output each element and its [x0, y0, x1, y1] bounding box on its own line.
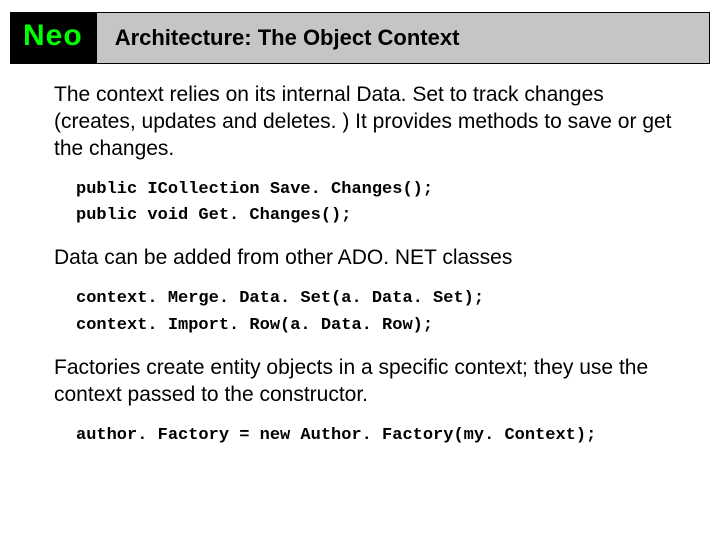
code-line: author. Factory = new Author. Factory(my… [76, 423, 680, 449]
code-line: context. Import. Row(a. Data. Row); [76, 313, 680, 339]
code-line: public ICollection Save. Changes(); [76, 177, 680, 203]
neo-logo: Neo [11, 13, 97, 63]
paragraph-1: The context relies on its internal Data.… [54, 82, 680, 163]
slide-header: Neo Architecture: The Object Context [10, 12, 710, 64]
code-block-1: public ICollection Save. Changes(); publ… [76, 177, 680, 230]
code-block-3: author. Factory = new Author. Factory(my… [76, 423, 680, 449]
code-line: public void Get. Changes(); [76, 203, 680, 229]
slide-content: The context relies on its internal Data.… [0, 64, 720, 449]
paragraph-2: Data can be added from other ADO. NET cl… [54, 245, 680, 272]
code-block-2: context. Merge. Data. Set(a. Data. Set);… [76, 286, 680, 339]
code-line: context. Merge. Data. Set(a. Data. Set); [76, 286, 680, 312]
slide-title: Architecture: The Object Context [97, 13, 709, 63]
paragraph-3: Factories create entity objects in a spe… [54, 355, 680, 409]
